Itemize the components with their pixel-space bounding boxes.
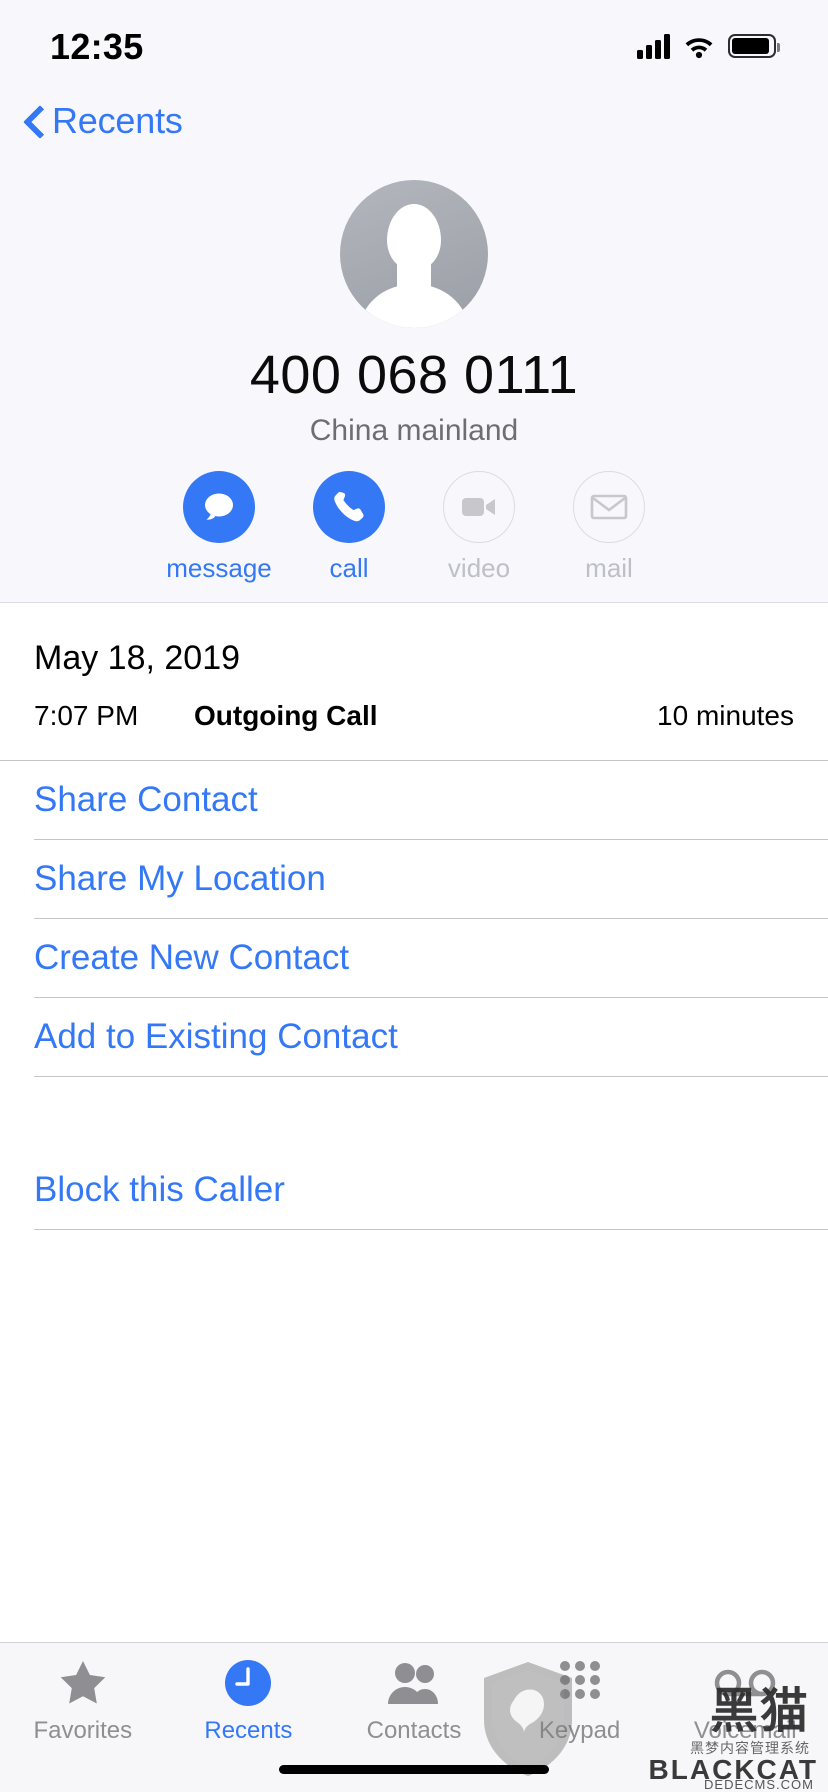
contact-locale-label: China mainland — [309, 414, 519, 448]
avatar-shoulders — [360, 284, 468, 328]
call-detail-row: 7:07 PM Outgoing Call 10 minutes — [34, 678, 794, 760]
quick-actions-row: message call video mail — [0, 471, 828, 584]
call-detail-duration: 10 minutes — [657, 700, 794, 732]
block-caller-section: Block this Caller — [0, 1151, 828, 1231]
tab-favorites[interactable]: Favorites — [0, 1657, 166, 1745]
list-item-create-new-contact[interactable]: Create New Contact — [0, 919, 828, 997]
action-button-call[interactable]: call — [284, 471, 414, 584]
message-button-circle — [183, 471, 255, 544]
action-button-message[interactable]: message — [154, 471, 284, 584]
tab-bar: Favorites Recents Contacts Keypad Voicem… — [0, 1642, 828, 1792]
call-detail-date: May 18, 2019 — [34, 639, 241, 678]
video-button-circle — [443, 471, 515, 544]
person-placeholder-avatar — [340, 180, 488, 328]
battery-icon — [728, 34, 780, 58]
star-icon — [58, 1657, 108, 1709]
action-label-message: message — [166, 553, 272, 584]
action-label-video: video — [447, 553, 511, 584]
status-bar-indicators — [637, 29, 780, 59]
status-bar-time: 12:35 — [50, 26, 144, 67]
tab-label-keypad: Keypad — [538, 1717, 621, 1744]
list-item-block-this-caller[interactable]: Block this Caller — [0, 1151, 828, 1229]
chevron-left-icon — [22, 102, 44, 140]
call-button-circle — [313, 471, 385, 544]
people-icon — [386, 1657, 442, 1709]
home-indicator[interactable] — [279, 1765, 549, 1774]
list-item-add-to-existing-contact[interactable]: Add to Existing Contact — [0, 998, 828, 1076]
tab-label-contacts: Contacts — [366, 1717, 462, 1744]
tab-label-voicemail: Voicemail — [693, 1717, 797, 1744]
action-button-mail[interactable]: mail — [544, 471, 674, 584]
wifi-icon — [685, 38, 713, 59]
tab-voicemail[interactable]: Voicemail — [662, 1657, 828, 1745]
list-item-share-my-location[interactable]: Share My Location — [0, 840, 828, 918]
list-section-gap — [0, 1077, 828, 1152]
keypad-dots-icon — [555, 1657, 605, 1709]
phone-handset-icon — [334, 492, 364, 522]
clock-icon — [222, 1657, 274, 1709]
page-title-phone-number: 400 068 0111 — [249, 345, 579, 405]
watermark-brand: BLACKCAT — [648, 1754, 818, 1785]
action-button-video[interactable]: video — [414, 471, 544, 584]
tab-label-favorites: Favorites — [33, 1717, 133, 1744]
call-detail-type: Outgoing Call — [194, 700, 378, 732]
message-bubble-icon — [205, 493, 233, 521]
avatar-neck — [397, 254, 431, 288]
call-detail-time: 7:07 PM — [34, 700, 139, 732]
watermark-dedecms: DEDECMS.COM — [704, 1777, 814, 1792]
tab-label-recents: Recents — [204, 1717, 293, 1744]
action-label-mail: mail — [585, 553, 633, 584]
tab-recents[interactable]: Recents — [166, 1657, 332, 1745]
phone-app-screen: 12:35 Recents 400 068 0111 China mainlan… — [0, 0, 828, 1792]
list-item-share-contact[interactable]: Share Contact — [0, 761, 828, 839]
contact-header: 400 068 0111 China mainland message call… — [0, 154, 828, 604]
mail-button-circle — [573, 471, 645, 544]
envelope-icon — [590, 495, 628, 520]
navigation-bar: Recents — [0, 88, 828, 154]
content-filler — [0, 1230, 828, 1642]
back-button-recents[interactable]: Recents — [22, 100, 183, 142]
back-button-label: Recents — [52, 100, 183, 141]
action-label-call: call — [329, 553, 369, 584]
cellular-signal-icon — [637, 33, 670, 59]
contact-actions-list: Share Contact Share My Location Create N… — [0, 761, 828, 1078]
tab-keypad[interactable]: Keypad — [497, 1657, 663, 1745]
call-detail-section: May 18, 2019 7:07 PM Outgoing Call 10 mi… — [0, 603, 828, 761]
voicemail-icon — [714, 1657, 776, 1709]
tab-contacts[interactable]: Contacts — [331, 1657, 497, 1745]
video-camera-icon — [462, 498, 495, 517]
status-bar: 12:35 — [0, 0, 828, 88]
